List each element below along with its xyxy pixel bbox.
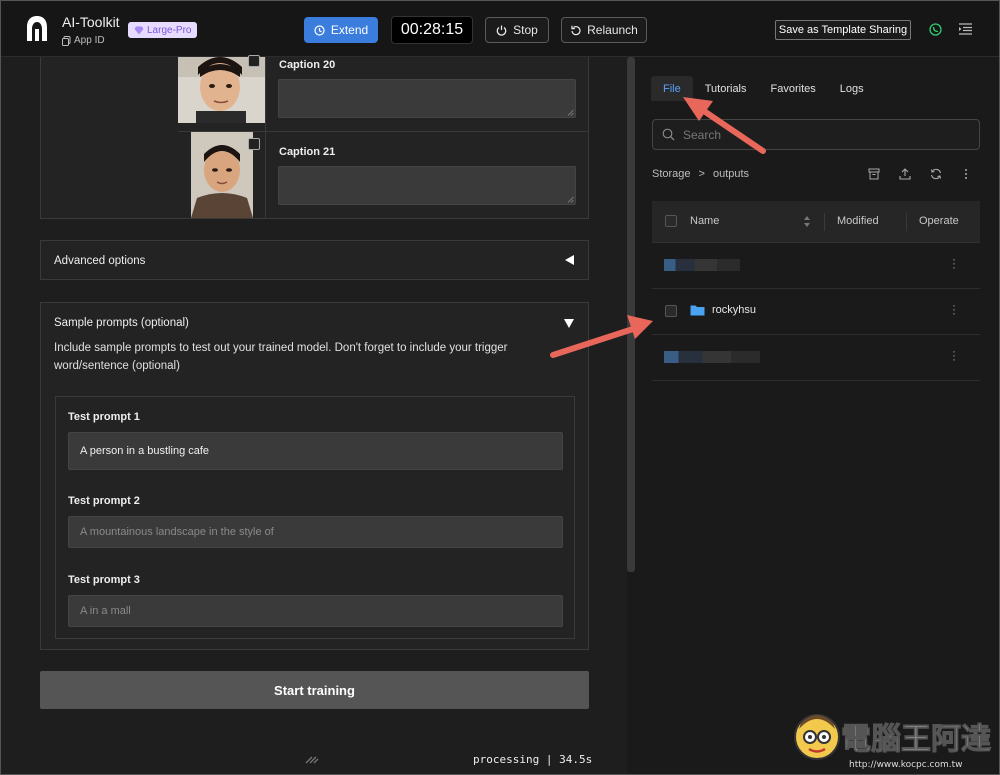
app-title: AI-Toolkit	[62, 14, 120, 30]
row-checkbox[interactable]	[665, 305, 677, 317]
expand-image-icon[interactable]	[248, 138, 260, 150]
session-timer: 00:28:15	[391, 16, 473, 44]
menu-collapse-icon[interactable]	[959, 23, 972, 35]
refresh-icon	[571, 25, 581, 35]
tab-logs[interactable]: Logs	[828, 76, 876, 101]
file-table-header: Name Modified Operate	[652, 201, 980, 243]
caption-list: Caption 20 Caption 21	[40, 55, 589, 219]
tab-tutorials[interactable]: Tutorials	[693, 76, 759, 101]
refresh-icon[interactable]	[930, 168, 942, 180]
folder-icon	[690, 305, 705, 316]
collapse-arrow-icon[interactable]	[564, 319, 574, 328]
file-row[interactable]: · · ·	[652, 335, 980, 381]
column-modified: Modified	[837, 215, 879, 227]
breadcrumb-separator: >	[698, 168, 705, 180]
breadcrumb-storage[interactable]: Storage	[652, 168, 691, 180]
copy-icon	[62, 35, 71, 46]
resize-handle-icon[interactable]	[567, 196, 574, 203]
start-training-button[interactable]: Start training	[40, 671, 589, 709]
watermark-logo: 電腦王阿達 http://www.kocpc.com.tw	[794, 714, 992, 770]
right-tabs: File Tutorials Favorites Logs	[651, 76, 876, 101]
tab-file[interactable]: File	[651, 76, 693, 101]
column-name[interactable]: Name	[690, 215, 719, 227]
processing-status: processing | 34.5s	[473, 753, 593, 766]
plan-badge-label: Large-Pro	[147, 24, 192, 36]
extend-label: Extend	[330, 23, 369, 37]
test-prompt-label: Test prompt 2	[68, 495, 140, 507]
test-prompt-3-input[interactable]: A in a mall	[68, 595, 563, 627]
breadcrumb-outputs[interactable]: outputs	[713, 168, 749, 180]
app-logo-icon	[27, 16, 47, 41]
scrollbar-thumb[interactable]	[627, 57, 635, 572]
test-prompts-group: Test prompt 1 A person in a bustling caf…	[55, 396, 575, 639]
resize-handle-icon[interactable]	[567, 109, 574, 116]
breadcrumb: Storage > outputs	[652, 168, 749, 180]
test-prompt-2-input[interactable]: A mountainous landscape in the style of	[68, 516, 563, 548]
advanced-options-panel[interactable]: Advanced options	[40, 240, 589, 280]
archive-icon[interactable]	[868, 168, 880, 180]
select-all-checkbox[interactable]	[665, 215, 677, 227]
app-window: AI-Toolkit App ID Large-Pro Extend 00:28…	[0, 0, 1000, 775]
more-options-icon[interactable]	[964, 168, 968, 180]
file-panel	[635, 57, 999, 774]
caption-label: Caption 21	[279, 146, 336, 158]
column-operate: Operate	[919, 215, 959, 227]
app-id-label: App ID	[74, 35, 105, 46]
top-bar: AI-Toolkit App ID Large-Pro Extend 00:28…	[1, 1, 999, 57]
row-more-icon[interactable]: · · ·	[952, 345, 956, 365]
watermark-url: http://www.kocpc.com.tw	[849, 760, 963, 770]
caption-input[interactable]	[278, 79, 576, 118]
file-search-input[interactable]: Search	[652, 119, 980, 150]
stop-button[interactable]: Stop	[485, 17, 549, 43]
sample-prompts-description: Include sample prompts to test out your …	[54, 342, 508, 372]
advanced-options-title: Advanced options	[54, 255, 146, 267]
row-more-icon[interactable]: · · ·	[952, 253, 956, 273]
sample-prompts-panel: Sample prompts (optional) Include sample…	[40, 302, 589, 650]
column-divider	[906, 213, 907, 231]
training-image-thumbnail	[191, 132, 253, 218]
search-placeholder: Search	[683, 127, 722, 142]
stop-label: Stop	[513, 23, 538, 37]
thumbnail-cell	[178, 132, 266, 219]
plan-badge: Large-Pro	[128, 22, 198, 38]
row-more-icon[interactable]: · · ·	[952, 299, 956, 319]
expand-image-icon[interactable]	[248, 55, 260, 67]
app-id-link[interactable]: App ID	[62, 35, 105, 46]
test-prompt-label: Test prompt 1	[68, 411, 140, 423]
file-row[interactable]: rockyhsu · · ·	[652, 289, 980, 335]
expand-arrow-icon[interactable]	[565, 255, 574, 265]
upload-icon[interactable]	[899, 168, 911, 180]
watermark-text: 電腦王阿達	[841, 722, 991, 757]
test-prompt-label: Test prompt 3	[68, 574, 140, 586]
blurred-file-name	[664, 259, 740, 271]
caption-input[interactable]	[278, 166, 576, 205]
relaunch-button[interactable]: Relaunch	[561, 17, 647, 43]
extend-button[interactable]: Extend	[304, 17, 378, 43]
diamond-icon	[134, 26, 144, 34]
power-icon	[496, 25, 507, 36]
caption-label: Caption 20	[279, 59, 336, 71]
column-divider	[824, 213, 825, 231]
whatsapp-icon[interactable]	[929, 23, 942, 36]
caption-row: Caption 21	[178, 132, 589, 219]
blurred-file-name	[664, 351, 760, 363]
sample-prompts-title: Sample prompts (optional)	[54, 317, 189, 329]
file-name: rockyhsu	[712, 304, 757, 316]
tab-favorites[interactable]: Favorites	[759, 76, 828, 101]
save-as-template-button[interactable]: Save as Template Sharing	[775, 20, 911, 40]
search-icon	[662, 128, 675, 141]
sort-icon[interactable]	[803, 215, 811, 228]
file-row[interactable]: · · ·	[652, 243, 980, 289]
relaunch-label: Relaunch	[587, 23, 638, 37]
drag-handle-icon[interactable]	[304, 755, 320, 765]
test-prompt-1-input[interactable]: A person in a bustling cafe	[68, 432, 563, 470]
clock-icon	[314, 24, 325, 36]
